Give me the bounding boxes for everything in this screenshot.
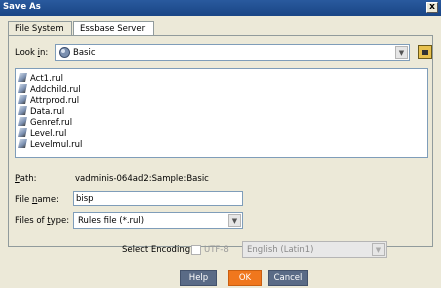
path-label: Path: (15, 174, 37, 184)
encoding-dropdown[interactable]: English (Latin1) ▼ (242, 241, 387, 258)
up-folder-icon[interactable] (418, 45, 432, 59)
utf8-checkbox[interactable] (191, 245, 201, 255)
look-in-value: Basic (73, 48, 96, 58)
file-icon (18, 73, 27, 82)
file-type-value: Rules file (*.rul) (78, 216, 145, 226)
file-name-label: File name: (15, 195, 59, 205)
file-name-input[interactable]: bisp (73, 191, 243, 206)
chevron-down-icon[interactable]: ▼ (372, 243, 385, 256)
list-item[interactable]: Addchild.rul (18, 84, 81, 95)
look-in-dropdown[interactable]: Basic ▼ (55, 44, 410, 61)
file-icon (18, 128, 27, 137)
file-icon (18, 139, 27, 148)
file-icon (18, 117, 27, 126)
file-icon (18, 84, 27, 93)
tab-file-system[interactable]: File System (8, 21, 72, 35)
list-item[interactable]: Genref.rul (18, 117, 72, 128)
path-value: vadminis-064ad2:Sample:Basic (75, 174, 209, 184)
list-item[interactable]: Levelmul.rul (18, 139, 82, 150)
list-item[interactable]: Attrprod.rul (18, 95, 79, 106)
title-bar: Save As x (0, 0, 441, 16)
look-in-label: Look in: (15, 48, 49, 58)
ok-button[interactable]: OK (228, 270, 262, 286)
close-button[interactable]: x (426, 2, 438, 13)
chevron-down-icon[interactable]: ▼ (228, 214, 241, 227)
file-icon (18, 95, 27, 104)
tab-essbase-server[interactable]: Essbase Server (73, 21, 154, 36)
window-title: Save As (3, 2, 41, 12)
file-type-label: Files of type: (15, 216, 70, 226)
chevron-down-icon[interactable]: ▼ (395, 46, 408, 59)
file-type-dropdown[interactable]: Rules file (*.rul) ▼ (73, 212, 243, 229)
file-icon (18, 106, 27, 115)
list-item[interactable]: Act1.rul (18, 73, 63, 84)
list-item[interactable]: Level.rul (18, 128, 66, 139)
utf8-label: UTF-8 (204, 245, 229, 255)
encoding-value: English (Latin1) (247, 245, 314, 255)
list-item[interactable]: Data.rul (18, 106, 64, 117)
encoding-label: Select Encoding (122, 245, 191, 255)
database-icon (59, 47, 70, 58)
cancel-button[interactable]: Cancel (268, 270, 308, 286)
file-list[interactable]: Act1.rul Addchild.rul Attrprod.rul Data.… (15, 68, 428, 158)
help-button[interactable]: Help (180, 270, 217, 286)
